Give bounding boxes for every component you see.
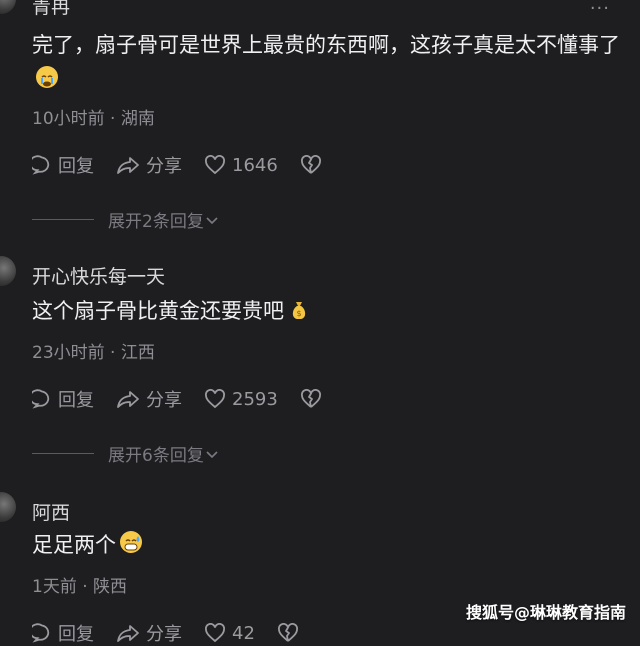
divider-line [32,453,94,454]
grinning-sweat-face-icon [120,531,142,553]
share-button[interactable]: 分享 [116,152,182,178]
expand-replies-label: 展开6条回复 [108,446,204,466]
watermark-text: 搜狐号@琳琳教育指南 [465,603,626,622]
heart-icon [205,155,225,175]
reply-button[interactable]: 回复 [32,152,94,178]
heart-icon [205,389,225,409]
expand-replies-label: 展开2条回复 [108,212,204,232]
reply-button[interactable]: 回复 [32,386,94,412]
comment-actions: 回复 分享 1646 [32,152,350,178]
avatar[interactable] [0,0,16,14]
share-icon [117,625,139,642]
like-count: 2593 [232,388,278,410]
reply-icon [32,623,50,643]
reply-label: 回复 [58,390,94,411]
comment-text: 完了，扇子骨可是世界上最贵的东西啊，这孩子真是太不懂事了 [32,28,622,98]
comment-username[interactable]: 青冉 [32,0,70,19]
divider-line [32,219,94,220]
share-icon [117,157,139,174]
share-icon [117,391,139,408]
expand-replies-button[interactable]: 展开2条回复 [32,207,220,232]
comment-username[interactable]: 开心快乐每一天 [32,262,165,289]
share-label: 分享 [146,624,182,645]
comment-actions: 回复 分享 2593 [32,386,350,412]
comment-time-location: 1天前 · 陕西 [32,577,128,597]
crying-face-icon [36,66,58,88]
expand-replies-button[interactable]: 展开6条回复 [32,441,220,466]
dislike-button[interactable] [300,389,328,409]
reply-icon [32,389,50,409]
broken-heart-icon [300,155,321,174]
chevron-down-icon [206,216,218,224]
comment-text-content: 足足两个 [32,533,116,557]
like-button[interactable]: 42 [204,623,255,644]
broken-heart-icon [300,389,321,408]
comment-text-content: 完了，扇子骨可是世界上最贵的东西啊，这孩子真是太不懂事了 [32,33,620,57]
avatar[interactable] [0,256,16,286]
money-bag-icon: $ [288,297,310,319]
chevron-down-icon [206,450,218,458]
like-count: 1646 [232,154,278,176]
dislike-button[interactable] [300,155,328,175]
like-button[interactable]: 2593 [204,389,278,410]
reply-icon [32,155,50,175]
like-count: 42 [232,622,255,644]
share-label: 分享 [146,156,182,177]
comment-text: 这个扇子骨比黄金还要贵吧 $ [32,294,622,329]
svg-text:$: $ [296,309,301,318]
dislike-button[interactable] [277,623,305,643]
comment-username[interactable]: 阿西 [32,498,70,525]
comment-text-content: 这个扇子骨比黄金还要贵吧 [32,299,284,323]
like-button[interactable]: 1646 [204,155,278,176]
comment-time-location: 10小时前 · 湖南 [32,109,155,129]
comment-time-location: 23小时前 · 江西 [32,343,155,363]
share-button[interactable]: 分享 [116,386,182,412]
avatar[interactable] [0,492,16,522]
share-label: 分享 [146,390,182,411]
reply-label: 回复 [58,624,94,645]
share-button[interactable]: 分享 [116,620,182,646]
heart-icon [205,623,225,643]
more-options-icon[interactable]: ··· [590,0,610,19]
comment-actions: 回复 分享 42 [32,620,327,646]
broken-heart-icon [277,623,298,642]
reply-label: 回复 [58,156,94,177]
reply-button[interactable]: 回复 [32,620,94,646]
comment-text: 足足两个 [32,528,622,563]
